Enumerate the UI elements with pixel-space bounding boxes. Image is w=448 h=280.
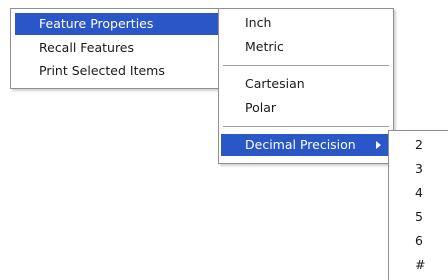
menu-item-label: #: [415, 257, 426, 272]
menu-item-label: Print Selected Items: [39, 63, 165, 78]
menu-item-decimal-precision[interactable]: Decimal Precision: [221, 134, 389, 156]
menu-item-precision-2[interactable]: 2: [391, 134, 447, 156]
menu-item-label: Recall Features: [39, 40, 135, 55]
menu-item-label: Feature Properties: [39, 16, 154, 31]
feature-properties-submenu: Inch Metric Cartesian Polar Decimal Prec…: [218, 8, 394, 164]
menu-item-precision-3[interactable]: 3: [391, 158, 447, 180]
menu-item-label: 6: [415, 233, 423, 248]
menu-item-precision-6[interactable]: 6: [391, 230, 447, 252]
menu-item-label: Polar: [245, 100, 277, 115]
menu-item-cartesian[interactable]: Cartesian: [221, 73, 391, 95]
menu-item-label: Decimal Precision: [245, 137, 356, 152]
main-context-menu: Feature Properties Recall Features Print…: [10, 8, 237, 89]
menu-item-metric[interactable]: Metric: [221, 36, 391, 58]
chevron-right-icon: [376, 141, 381, 149]
menu-item-label: 3: [415, 161, 423, 176]
menu-item-recall-features[interactable]: Recall Features: [15, 37, 232, 59]
menu-item-print-selected-items[interactable]: Print Selected Items: [15, 60, 232, 82]
menu-separator: [223, 126, 389, 128]
menu-item-precision-hash[interactable]: #: [391, 254, 447, 276]
menu-item-label: Inch: [245, 15, 272, 30]
menu-item-precision-4[interactable]: 4: [391, 182, 447, 204]
menu-item-label: Metric: [245, 39, 284, 54]
menu-item-label: 2: [415, 137, 423, 152]
menu-separator: [223, 65, 389, 67]
decimal-precision-submenu: 2 3 4 5 6 #: [388, 130, 448, 280]
menu-item-precision-5[interactable]: 5: [391, 206, 447, 228]
menu-item-polar[interactable]: Polar: [221, 97, 391, 119]
menu-item-label: Cartesian: [245, 76, 305, 91]
menu-item-label: 4: [415, 185, 423, 200]
menu-item-inch[interactable]: Inch: [221, 12, 391, 34]
menu-item-feature-properties[interactable]: Feature Properties: [15, 13, 232, 35]
menu-item-label: 5: [415, 209, 423, 224]
